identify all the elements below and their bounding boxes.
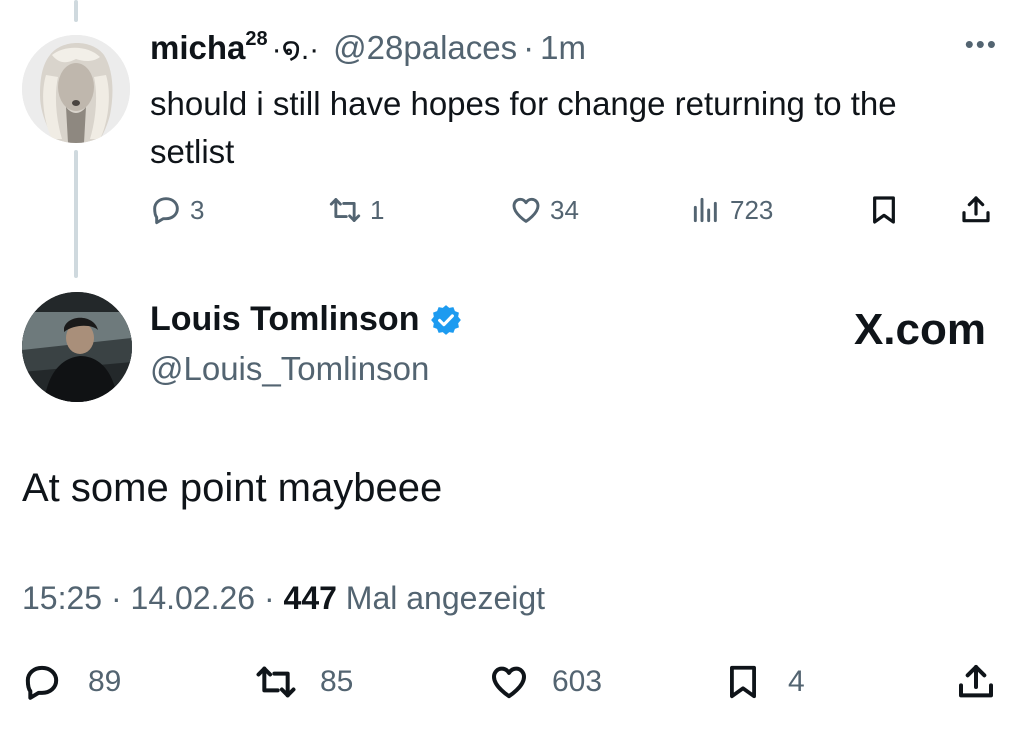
- repost-icon: [329, 198, 361, 222]
- views-label: Mal angezeigt: [345, 580, 546, 616]
- author-handle[interactable]: @Louis_Tomlinson: [150, 350, 429, 388]
- heart-icon: [492, 666, 526, 699]
- share-icon: [959, 665, 993, 698]
- views-icon: [693, 197, 717, 223]
- views-count: 723: [730, 194, 774, 225]
- bookmark-button[interactable]: 4: [724, 662, 805, 702]
- author-name-row: Louis Tomlinson: [150, 300, 463, 339]
- like-button[interactable]: 603: [488, 662, 602, 702]
- reply-text: should i still have hopes for change ret…: [150, 85, 897, 170]
- reply-header: micha28 ·໑.· @28palaces · 1m: [150, 28, 586, 72]
- reply-count: 89: [88, 665, 122, 698]
- like-count: 34: [550, 194, 579, 225]
- more-options-icon[interactable]: •••: [965, 31, 998, 57]
- reply-timestamp[interactable]: 1m: [540, 29, 586, 67]
- tweet-date[interactable]: 14.02.26: [131, 580, 256, 616]
- views-number: 447: [283, 580, 337, 616]
- tweet-meta: 15:25 · 14.02.26 · 447 Mal angezeigt: [22, 580, 545, 617]
- share-icon: [962, 196, 990, 223]
- reply-handle[interactable]: @28palaces: [333, 29, 517, 67]
- repost-icon: [256, 666, 296, 698]
- reply-bookmark-button[interactable]: [868, 194, 900, 226]
- author-name[interactable]: Louis Tomlinson: [150, 300, 419, 339]
- tweet-action-bar: 89 85 603 4: [22, 656, 1002, 706]
- reply-separator: ·: [523, 29, 535, 66]
- author-avatar[interactable]: [22, 292, 132, 402]
- like-count: 603: [552, 665, 603, 698]
- tweet-time[interactable]: 15:25: [22, 580, 102, 616]
- x-com-watermark: X.com: [853, 305, 986, 354]
- thread-line: [74, 150, 78, 278]
- thread-line-top: [74, 0, 78, 22]
- bookmark-icon: [873, 196, 895, 224]
- repost-count: 1: [370, 194, 385, 225]
- reply-share-button[interactable]: [960, 194, 992, 226]
- reply-views-button[interactable]: 723: [690, 194, 773, 226]
- reply-author-name[interactable]: micha28: [150, 28, 268, 67]
- bookmark-icon: [730, 665, 756, 699]
- tweet-text: At some point maybeee: [22, 466, 443, 510]
- reply-action-bar: 3 1 34 723: [150, 190, 1000, 234]
- reply-button[interactable]: 89: [22, 662, 121, 702]
- reply-repost-button[interactable]: 1: [328, 194, 384, 226]
- meta-separator: ·: [110, 580, 122, 616]
- meta-separator: ·: [263, 580, 275, 616]
- reply-name-decoration: ·໑.·: [271, 33, 320, 66]
- heart-icon: [512, 197, 540, 223]
- verified-badge-icon: [431, 304, 462, 335]
- reply-reply-button[interactable]: 3: [150, 194, 204, 226]
- bookmark-count: 4: [788, 665, 805, 698]
- reply-like-button[interactable]: 34: [510, 194, 579, 226]
- share-button[interactable]: [956, 662, 996, 702]
- reply-icon: [153, 197, 179, 225]
- repost-count: 85: [320, 665, 354, 698]
- reply-count: 3: [190, 194, 205, 225]
- repost-button[interactable]: 85: [254, 662, 353, 702]
- reply-icon: [25, 665, 59, 700]
- reply-avatar[interactable]: [22, 35, 130, 143]
